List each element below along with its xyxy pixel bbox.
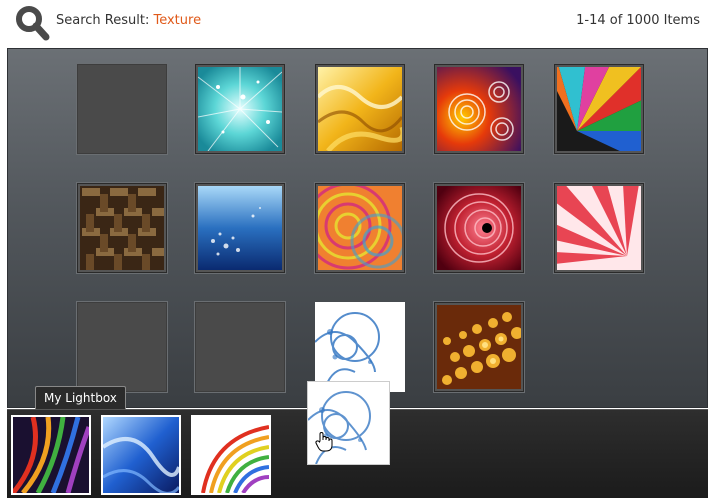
search-term[interactable]: Texture (153, 13, 201, 28)
colorful-wheel-texture[interactable] (554, 64, 644, 154)
blue-bubbles-texture[interactable] (195, 183, 285, 273)
cyan-sparkle-texture[interactable] (195, 64, 285, 154)
blue-silk-texture[interactable] (101, 415, 181, 495)
header: Search Result: Texture 1-14 of 1000 Item… (0, 0, 715, 44)
hand-cursor-icon (315, 431, 333, 452)
golden-wave-texture[interactable] (315, 64, 405, 154)
result-count: 1-14 of 1000 Items (576, 13, 700, 28)
empty-tile (77, 302, 167, 392)
search-label: Search Result: (56, 13, 150, 28)
result-gallery (7, 48, 708, 408)
golden-dots-texture[interactable] (434, 302, 524, 392)
lightbox-tab[interactable]: My Lightbox (35, 386, 126, 410)
red-vortex-texture[interactable] (434, 183, 524, 273)
orange-rings-texture[interactable] (315, 183, 405, 273)
blue-swirl-texture[interactable] (315, 302, 405, 392)
search-result-label: Search Result: Texture (56, 13, 201, 28)
woven-basket-texture[interactable] (77, 183, 167, 273)
empty-tile (195, 302, 285, 392)
magnifier-icon[interactable] (14, 5, 50, 41)
empty-tile (77, 64, 167, 154)
rainbow-arc-texture[interactable] (191, 415, 271, 495)
rainbow-flow-texture[interactable] (11, 415, 91, 495)
red-burst-texture[interactable] (554, 183, 644, 273)
red-spiral-texture[interactable] (434, 64, 524, 154)
